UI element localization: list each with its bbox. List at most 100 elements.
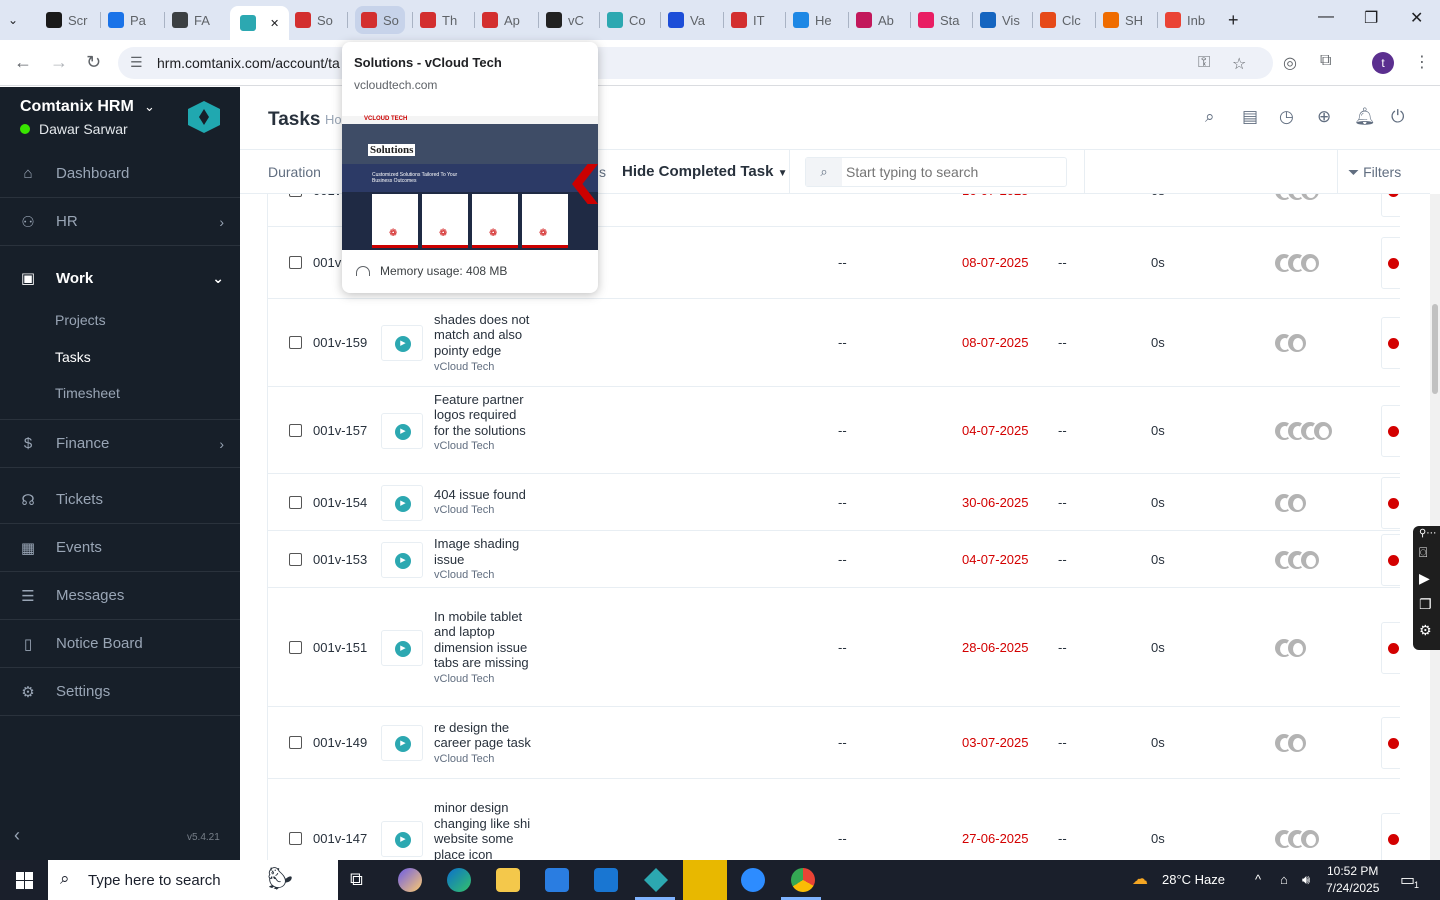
start-timer-button[interactable] bbox=[381, 725, 423, 761]
status-cell[interactable] bbox=[1381, 621, 1400, 674]
sidebar-subitem-tasks[interactable]: Tasks bbox=[55, 349, 91, 365]
taskbar-search[interactable]: ⌕ Type here to search 🦫︎ bbox=[48, 860, 338, 900]
sticky-notes-app[interactable] bbox=[683, 860, 727, 900]
task-name[interactable]: Image shading issue bbox=[434, 536, 519, 567]
zoom-icon[interactable] bbox=[741, 868, 765, 892]
browser-tab[interactable]: So bbox=[295, 6, 333, 34]
close-tab-icon[interactable]: ✕ bbox=[270, 17, 279, 30]
bookmark-star-icon[interactable]: ☆ bbox=[1232, 54, 1246, 74]
row-checkbox[interactable] bbox=[289, 194, 302, 197]
breadcrumb[interactable]: Ho bbox=[325, 112, 342, 127]
browser-tab[interactable]: Pa bbox=[108, 6, 146, 34]
camera-icon[interactable]: ⌼ bbox=[1419, 544, 1427, 561]
status-cell[interactable] bbox=[1381, 317, 1400, 369]
restore-button[interactable]: ❐ bbox=[1364, 8, 1378, 28]
task-code[interactable]: 001v-159 bbox=[313, 335, 367, 350]
browser-tab[interactable]: Ap bbox=[482, 6, 520, 34]
task-view-icon[interactable]: ⧉ bbox=[350, 869, 363, 890]
chrome-icon[interactable] bbox=[791, 868, 815, 892]
start-timer-button[interactable] bbox=[381, 325, 423, 361]
browser-tab[interactable]: SH bbox=[1103, 6, 1143, 34]
table-row[interactable]: 001v-153 Image shading issue vCloud Tech --… bbox=[268, 531, 1400, 588]
task-code[interactable]: 001v bbox=[313, 194, 341, 198]
search-input[interactable] bbox=[846, 162, 1061, 182]
table-row[interactable]: 001v-157 Feature partner logos required f… bbox=[268, 387, 1400, 474]
filters-button[interactable]: ⏷ Filters bbox=[1348, 164, 1401, 181]
avatar[interactable] bbox=[1286, 332, 1308, 354]
new-tab-button[interactable]: + bbox=[1228, 6, 1239, 34]
browser-tab[interactable]: So bbox=[355, 6, 405, 34]
start-timer-button[interactable] bbox=[381, 541, 423, 578]
status-cell[interactable] bbox=[1381, 476, 1400, 529]
translate-icon[interactable]: ◎ bbox=[1283, 53, 1297, 73]
volume-icon[interactable]: 🔊︎ bbox=[1302, 872, 1310, 888]
status-cell[interactable] bbox=[1381, 237, 1400, 289]
browser-tab[interactable]: ✕ bbox=[230, 6, 290, 40]
add-circle-icon[interactable]: ⊕ bbox=[1317, 107, 1331, 127]
browser-tab[interactable]: He bbox=[793, 6, 832, 34]
browser-tab[interactable]: Th bbox=[420, 6, 457, 34]
hide-completed-dropdown[interactable]: Hide Completed Task ▼ bbox=[622, 163, 788, 180]
avatar[interactable] bbox=[1286, 491, 1308, 514]
start-timer-button[interactable] bbox=[381, 484, 423, 521]
sidebar-item-hr[interactable]: ⚇ HR › bbox=[0, 198, 240, 246]
reload-icon[interactable]: ↻ bbox=[86, 52, 101, 73]
avatar[interactable] bbox=[1312, 419, 1334, 442]
task-name[interactable]: minor design changing like shi website s… bbox=[434, 800, 530, 860]
bell-icon[interactable]: 🔔︎ bbox=[1354, 107, 1376, 127]
system-clock[interactable]: 10:52 PM 7/24/2025 bbox=[1326, 863, 1379, 897]
table-row[interactable]: 001v-151 In mobile tablet and laptop dime… bbox=[268, 588, 1400, 707]
task-name[interactable]: shades does not match and also pointy ed… bbox=[434, 312, 529, 358]
sidebar-item-settings[interactable]: ⚙ Settings bbox=[0, 668, 240, 716]
settings-gear-icon[interactable]: ⚙ bbox=[1419, 622, 1432, 639]
browser-tab[interactable]: IT bbox=[731, 6, 765, 34]
table-row[interactable]: 001v-154 404 issue found vCloud Tech -- 30-0… bbox=[268, 474, 1400, 531]
row-checkbox[interactable] bbox=[289, 640, 302, 654]
avatar[interactable] bbox=[1286, 636, 1308, 659]
start-timer-button[interactable] bbox=[381, 412, 423, 449]
site-info-icon[interactable]: ☰ bbox=[130, 54, 143, 71]
row-checkbox[interactable] bbox=[289, 495, 302, 509]
table-row[interactable]: 001v-147 minor design changing like shi w… bbox=[268, 779, 1400, 860]
browser-tab[interactable]: Ab bbox=[856, 6, 894, 34]
table-row[interactable]: 001v-149 re design the career page taskvC… bbox=[268, 707, 1400, 779]
row-checkbox[interactable] bbox=[289, 336, 302, 349]
extensions-icon[interactable]: ⧉ bbox=[1320, 52, 1331, 70]
copilot-icon[interactable] bbox=[398, 868, 422, 892]
store-icon[interactable] bbox=[545, 868, 569, 892]
row-checkbox[interactable] bbox=[289, 256, 302, 269]
sidebar-item-events[interactable]: ▦ Events bbox=[0, 524, 240, 572]
window-icon[interactable]: ❐ bbox=[1419, 596, 1432, 613]
browser-tab[interactable]: Co bbox=[607, 6, 646, 34]
browser-tab[interactable]: FA bbox=[172, 6, 210, 34]
task-code[interactable]: 001v-149 bbox=[313, 735, 367, 750]
sidebar-subitem-projects[interactable]: Projects bbox=[55, 312, 106, 328]
weather-text[interactable]: 28°C Haze bbox=[1162, 872, 1225, 887]
avatar[interactable] bbox=[1299, 548, 1321, 571]
status-cell[interactable] bbox=[1381, 717, 1400, 769]
edge-icon[interactable] bbox=[447, 868, 471, 892]
password-key-icon[interactable]: ⚿ bbox=[1198, 54, 1210, 72]
browser-tab[interactable]: Scr bbox=[46, 6, 88, 34]
search-icon[interactable]: ⌕ bbox=[1205, 107, 1215, 127]
task-name[interactable]: Feature partner logos required for the s… bbox=[434, 392, 526, 438]
browser-tab[interactable]: Inb bbox=[1165, 6, 1205, 34]
task-code[interactable]: 001v bbox=[313, 255, 341, 270]
back-icon[interactable]: ← bbox=[14, 52, 32, 73]
collapse-sidebar-icon[interactable]: ‹ bbox=[14, 825, 20, 846]
task-code[interactable]: 001v-147 bbox=[313, 831, 367, 846]
start-timer-button[interactable] bbox=[381, 629, 423, 666]
task-code[interactable]: 001v-157 bbox=[313, 423, 367, 438]
sidebar-item-tickets[interactable]: ☊ Tickets bbox=[0, 476, 240, 524]
notification-icon[interactable]: ▭ bbox=[1400, 870, 1415, 890]
task-code[interactable]: 001v-151 bbox=[313, 640, 367, 655]
tab-search-menu-button[interactable]: ⌄ bbox=[8, 6, 18, 34]
network-icon[interactable]: ⌂ bbox=[1280, 872, 1288, 887]
minimize-button[interactable]: — bbox=[1318, 8, 1334, 26]
status-cell[interactable] bbox=[1381, 194, 1400, 217]
video-icon[interactable]: ▶ bbox=[1419, 570, 1430, 587]
task-name[interactable]: 404 issue found bbox=[434, 487, 526, 502]
avatar[interactable] bbox=[1286, 732, 1308, 754]
sidebar-item-messages[interactable]: ☰ Messages bbox=[0, 572, 240, 620]
row-checkbox[interactable] bbox=[289, 552, 302, 566]
